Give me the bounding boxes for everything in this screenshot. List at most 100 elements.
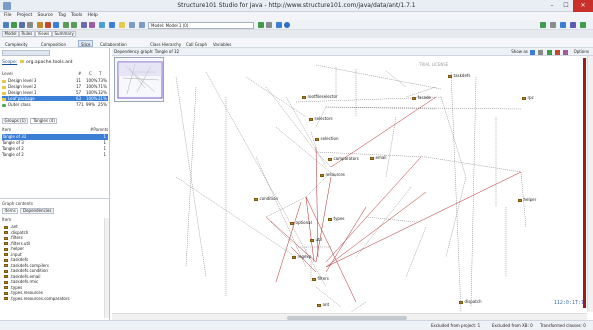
subtab-class-hierarchy[interactable]: Class Hierarchy [147,40,184,47]
tab-dependencies[interactable]: Dependencies [20,208,54,214]
graph-node[interactable]: facade [412,95,431,101]
extra-icon[interactable] [580,22,586,28]
status-excluded-project[interactable]: Excluded from project: 1 [431,321,480,330]
col-count[interactable]: # [78,71,81,76]
highlight-icon[interactable] [555,49,560,55]
graph-node[interactable]: helper [518,197,536,203]
tab-model[interactable]: Model [2,31,20,37]
col-t[interactable]: T [99,71,101,76]
subtab-slice[interactable]: Slice [78,39,94,47]
menu-file[interactable]: File [4,12,12,20]
open-project-icon[interactable] [11,22,17,28]
tab-tangles[interactable]: Tangles (4) [30,118,58,124]
graph-node[interactable]: types [328,216,345,222]
export-icon[interactable] [563,49,569,55]
maximize-button[interactable]: ☐ [559,0,573,12]
window-icon[interactable] [570,22,576,28]
menu-tag[interactable]: Tag [58,12,66,20]
item-col-header[interactable]: Item [2,217,11,222]
tangle-row[interactable]: Tangle of 2 1 [2,152,108,158]
new-project-icon[interactable] [3,22,9,28]
subtab-variables[interactable]: Variables [210,40,234,47]
zoom-icon[interactable] [89,22,95,28]
col-c[interactable]: C [89,71,92,76]
graph-node[interactable]: taskdefs [448,73,470,79]
graph-vertical-scrollbar[interactable] [587,56,593,312]
level-row[interactable]: Design level 1 57 100% 32% [2,90,108,95]
close-button[interactable]: ✕ [573,0,593,12]
graph-node[interactable]: selectors [309,116,333,122]
settings-icon[interactable] [276,22,282,28]
filter-dropdown-icon[interactable] [266,22,272,28]
add-icon[interactable] [258,22,264,28]
graph-node[interactable]: util [310,237,322,243]
status-excluded-xb[interactable]: Excluded from XB: 0 [492,321,533,330]
model-dropdown-icon[interactable] [139,22,145,28]
model-select[interactable]: Model: Model 1 (0) [148,21,254,29]
model-icon[interactable] [109,22,115,28]
menu-project[interactable]: Project [17,12,32,20]
split-icon[interactable] [550,22,556,28]
graph-node[interactable]: selection [315,136,338,142]
refresh-icon[interactable] [99,22,105,28]
search-icon[interactable] [81,22,87,28]
subtab-call-graph[interactable]: Call Graph [183,40,210,47]
level-row[interactable]: Outer class 771 99% 25% [2,102,108,107]
subtab-collaboration[interactable]: Collaboration [97,40,130,47]
layout-toggle-icon[interactable] [538,49,544,55]
edit-icon[interactable] [53,22,59,28]
subtab-complexity[interactable]: Complexity [2,40,31,47]
items-scrollbar[interactable] [104,218,109,318]
redo-icon[interactable] [45,22,51,28]
graph-horizontal-scrollbar[interactable] [112,313,587,320]
back-icon[interactable] [63,22,69,28]
graph-node[interactable]: regexp [292,254,311,260]
col-level[interactable]: Level [2,71,13,76]
menu-help[interactable]: Help [88,12,98,20]
graph-node[interactable]: rootfileselector [302,94,338,100]
show-as-icon[interactable] [530,49,536,55]
graph-node[interactable]: rpc [522,95,534,101]
col-parents[interactable]: #Parents [90,127,108,132]
list-item[interactable]: .types.resources.comparators [4,296,70,302]
scrollbar-thumb[interactable] [287,315,407,320]
graph-overview[interactable] [114,57,164,102]
undo-icon[interactable] [37,22,43,28]
graph-node[interactable]: filters [312,276,329,282]
forward-icon[interactable] [71,22,77,28]
col-item[interactable]: Item [2,127,11,132]
tab-items[interactable]: Items [2,208,19,214]
layout-icon[interactable] [540,22,546,28]
graph-node[interactable]: dispatch [459,299,482,305]
level-row[interactable]: Design level 2 17 100% 71% [2,84,108,89]
item-label: .taskdefs.compilers [10,262,49,268]
options-button[interactable]: Options [574,49,589,54]
tab-groups[interactable]: Groups (1) [2,118,29,124]
subtab-composition[interactable]: Composition [38,40,69,47]
graph-node[interactable]: ant [317,302,329,308]
graph-node[interactable]: resources [320,172,345,178]
scope-label[interactable]: Scope: [2,60,17,65]
menu-source[interactable]: Source [38,12,53,20]
help-icon[interactable] [284,22,290,28]
graph-node[interactable]: email [370,155,387,161]
graph-node[interactable]: optional [290,220,312,226]
tab-views[interactable]: Views [35,31,52,37]
node-label: rootfileselector [307,94,338,99]
save-icon[interactable] [19,22,25,28]
folder-icon[interactable] [119,22,125,28]
status-transformed[interactable]: Transformed classes: 0 [540,321,586,330]
minimize-button[interactable]: – [545,0,559,12]
level-row-selected[interactable]: Leaf package 63 100% 31% [2,96,108,101]
filter-icon[interactable] [546,49,552,55]
grid-icon[interactable] [129,22,135,28]
tangle-count: 1 [103,152,106,157]
menu-tools[interactable]: Tools [71,12,82,20]
level-row[interactable]: Design level 3 11 100% 73% [2,78,108,83]
print-icon[interactable] [27,22,33,28]
tab-rules[interactable]: Rules [19,31,35,37]
tab-summary[interactable]: Summary [52,31,77,37]
graph-node[interactable]: condition [254,196,278,202]
perspective-icon[interactable] [560,22,566,28]
graph-node[interactable]: comparators [328,156,359,162]
